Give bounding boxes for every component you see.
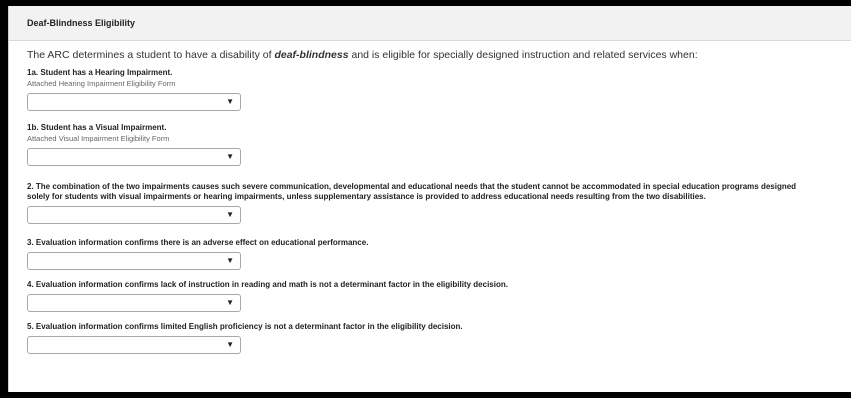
panel-title: Deaf-Blindness Eligibility: [9, 6, 851, 41]
intro-after: and is eligible for specially designed i…: [348, 49, 698, 61]
question-2: 2. The combination of the two impairment…: [27, 182, 851, 238]
question-1b-select[interactable]: ▼: [27, 148, 241, 166]
chevron-down-icon: ▼: [226, 256, 234, 265]
question-4-label: 4. Evaluation information confirms lack …: [27, 280, 508, 289]
deaf-blindness-panel: Deaf-Blindness Eligibility The ARC deter…: [8, 6, 851, 392]
intro-emphasis: deaf-blindness: [274, 49, 349, 61]
question-1b: 1b. Student has a Visual Impairment. Att…: [27, 123, 851, 182]
chevron-down-icon: ▼: [226, 152, 234, 161]
question-5-label: 5. Evaluation information confirms limit…: [27, 322, 463, 331]
question-1a-sublabel: Attached Hearing Impairment Eligibility …: [27, 79, 176, 88]
question-1b-label: 1b. Student has a Visual Impairment.: [27, 123, 167, 132]
question-3-select[interactable]: ▼: [27, 252, 241, 270]
question-5: 5. Evaluation information confirms limit…: [27, 322, 851, 362]
chevron-down-icon: ▼: [226, 340, 234, 349]
question-3: 3. Evaluation information confirms there…: [27, 238, 851, 280]
chevron-down-icon: ▼: [226, 298, 234, 307]
question-1b-sublabel: Attached Visual Impairment Eligibility F…: [27, 134, 170, 143]
intro-before: The ARC determines a student to have a d…: [27, 49, 275, 61]
question-2-label: 2. The combination of the two impairment…: [27, 182, 797, 201]
intro-text: The ARC determines a student to have a d…: [27, 49, 851, 61]
question-1a-label: 1a. Student has a Hearing Impairment.: [27, 68, 173, 77]
question-3-label: 3. Evaluation information confirms there…: [27, 238, 369, 247]
question-4-select[interactable]: ▼: [27, 294, 241, 312]
chevron-down-icon: ▼: [226, 97, 234, 106]
question-5-select[interactable]: ▼: [27, 336, 241, 354]
question-4: 4. Evaluation information confirms lack …: [27, 280, 851, 322]
question-2-select[interactable]: ▼: [27, 206, 241, 224]
chevron-down-icon: ▼: [226, 210, 234, 219]
question-1a-select[interactable]: ▼: [27, 93, 241, 111]
question-1a: 1a. Student has a Hearing Impairment. At…: [27, 68, 851, 123]
panel-content: The ARC determines a student to have a d…: [9, 41, 851, 362]
